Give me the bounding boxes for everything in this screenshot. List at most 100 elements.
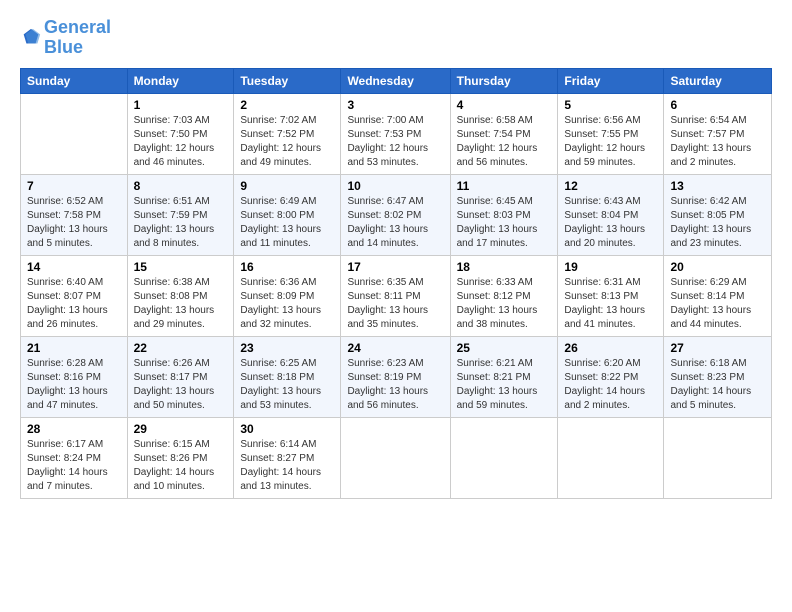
calendar-cell: 21 Sunrise: 6:28 AMSunset: 8:16 PMDayligh… [21, 336, 128, 417]
day-info: Sunrise: 6:54 AMSunset: 7:57 PMDaylight:… [670, 114, 765, 170]
day-number: 24 [347, 341, 443, 355]
day-info: Sunrise: 6:52 AMSunset: 7:58 PMDaylight:… [27, 195, 121, 251]
day-info: Sunrise: 6:49 AMSunset: 8:00 PMDaylight:… [240, 195, 334, 251]
logo-text: General Blue [44, 18, 111, 58]
day-number: 13 [670, 179, 765, 193]
day-info: Sunrise: 7:02 AMSunset: 7:52 PMDaylight:… [240, 114, 334, 170]
weekday-header-row: SundayMondayTuesdayWednesdayThursdayFrid… [21, 68, 772, 93]
day-info: Sunrise: 6:56 AMSunset: 7:55 PMDaylight:… [564, 114, 657, 170]
day-info: Sunrise: 6:36 AMSunset: 8:09 PMDaylight:… [240, 276, 334, 332]
calendar-cell: 13 Sunrise: 6:42 AMSunset: 8:05 PMDayligh… [664, 174, 772, 255]
day-info: Sunrise: 6:43 AMSunset: 8:04 PMDaylight:… [564, 195, 657, 251]
calendar-cell: 20 Sunrise: 6:29 AMSunset: 8:14 PMDayligh… [664, 255, 772, 336]
calendar-cell: 14 Sunrise: 6:40 AMSunset: 8:07 PMDayligh… [21, 255, 128, 336]
calendar-cell: 11 Sunrise: 6:45 AMSunset: 8:03 PMDayligh… [450, 174, 558, 255]
day-info: Sunrise: 6:42 AMSunset: 8:05 PMDaylight:… [670, 195, 765, 251]
day-number: 15 [134, 260, 228, 274]
day-info: Sunrise: 6:23 AMSunset: 8:19 PMDaylight:… [347, 357, 443, 413]
day-info: Sunrise: 6:29 AMSunset: 8:14 PMDaylight:… [670, 276, 765, 332]
day-info: Sunrise: 6:25 AMSunset: 8:18 PMDaylight:… [240, 357, 334, 413]
day-number: 4 [457, 98, 552, 112]
calendar-cell: 15Sunrise: 6:38 AMSunset: 8:08 PMDayligh… [127, 255, 234, 336]
day-info: Sunrise: 6:26 AMSunset: 8:17 PMDaylight:… [134, 357, 228, 413]
calendar-cell: 16 Sunrise: 6:36 AMSunset: 8:09 PMDayligh… [234, 255, 341, 336]
day-number: 6 [670, 98, 765, 112]
day-number: 26 [564, 341, 657, 355]
day-number: 30 [240, 422, 334, 436]
day-info: Sunrise: 6:21 AMSunset: 8:21 PMDaylight:… [457, 357, 552, 413]
calendar-cell: 9 Sunrise: 6:49 AMSunset: 8:00 PMDaylight… [234, 174, 341, 255]
calendar-cell: 3 Sunrise: 7:00 AMSunset: 7:53 PMDaylight… [341, 93, 450, 174]
calendar-cell: 8 Sunrise: 6:51 AMSunset: 7:59 PMDaylight… [127, 174, 234, 255]
day-number: 9 [240, 179, 334, 193]
calendar-cell: 27 Sunrise: 6:18 AMSunset: 8:23 PMDayligh… [664, 336, 772, 417]
weekday-header-tuesday: Tuesday [234, 68, 341, 93]
weekday-header-sunday: Sunday [21, 68, 128, 93]
day-number: 8 [134, 179, 228, 193]
day-number: 12 [564, 179, 657, 193]
header: General Blue [20, 18, 772, 58]
calendar-cell: 30 Sunrise: 6:14 AMSunset: 8:27 PMDayligh… [234, 417, 341, 498]
day-info: Sunrise: 6:28 AMSunset: 8:16 PMDaylight:… [27, 357, 121, 413]
calendar-cell: 12 Sunrise: 6:43 AMSunset: 8:04 PMDayligh… [558, 174, 664, 255]
day-number: 28 [27, 422, 121, 436]
calendar-cell: 7 Sunrise: 6:52 AMSunset: 7:58 PMDaylight… [21, 174, 128, 255]
day-number: 27 [670, 341, 765, 355]
week-row-4: 21 Sunrise: 6:28 AMSunset: 8:16 PMDayligh… [21, 336, 772, 417]
day-info: Sunrise: 6:45 AMSunset: 8:03 PMDaylight:… [457, 195, 552, 251]
calendar-cell: 5Sunrise: 6:56 AMSunset: 7:55 PMDaylight… [558, 93, 664, 174]
day-number: 2 [240, 98, 334, 112]
day-number: 23 [240, 341, 334, 355]
week-row-3: 14 Sunrise: 6:40 AMSunset: 8:07 PMDayligh… [21, 255, 772, 336]
day-info: Sunrise: 6:40 AMSunset: 8:07 PMDaylight:… [27, 276, 121, 332]
day-info: Sunrise: 6:51 AMSunset: 7:59 PMDaylight:… [134, 195, 228, 251]
day-info: Sunrise: 6:20 AMSunset: 8:22 PMDaylight:… [564, 357, 657, 413]
calendar-cell: 28Sunrise: 6:17 AMSunset: 8:24 PMDayligh… [21, 417, 128, 498]
day-info: Sunrise: 6:35 AMSunset: 8:11 PMDaylight:… [347, 276, 443, 332]
calendar-cell: 4 Sunrise: 6:58 AMSunset: 7:54 PMDaylight… [450, 93, 558, 174]
calendar-table: SundayMondayTuesdayWednesdayThursdayFrid… [20, 68, 772, 499]
day-info: Sunrise: 6:15 AMSunset: 8:26 PMDaylight:… [134, 438, 228, 494]
day-info: Sunrise: 7:00 AMSunset: 7:53 PMDaylight:… [347, 114, 443, 170]
logo: General Blue [20, 18, 111, 58]
calendar-cell [21, 93, 128, 174]
day-info: Sunrise: 6:14 AMSunset: 8:27 PMDaylight:… [240, 438, 334, 494]
day-info: Sunrise: 6:47 AMSunset: 8:02 PMDaylight:… [347, 195, 443, 251]
calendar-cell: 10 Sunrise: 6:47 AMSunset: 8:02 PMDayligh… [341, 174, 450, 255]
day-number: 3 [347, 98, 443, 112]
day-info: Sunrise: 6:18 AMSunset: 8:23 PMDaylight:… [670, 357, 765, 413]
calendar-cell: 26 Sunrise: 6:20 AMSunset: 8:22 PMDayligh… [558, 336, 664, 417]
calendar-cell: 19Sunrise: 6:31 AMSunset: 8:13 PMDayligh… [558, 255, 664, 336]
calendar-cell [664, 417, 772, 498]
day-number: 22 [134, 341, 228, 355]
calendar-cell: 6 Sunrise: 6:54 AMSunset: 7:57 PMDaylight… [664, 93, 772, 174]
calendar-cell: 24 Sunrise: 6:23 AMSunset: 8:19 PMDayligh… [341, 336, 450, 417]
day-number: 7 [27, 179, 121, 193]
calendar-cell [341, 417, 450, 498]
day-number: 21 [27, 341, 121, 355]
day-number: 16 [240, 260, 334, 274]
day-number: 20 [670, 260, 765, 274]
day-number: 1 [134, 98, 228, 112]
weekday-header-monday: Monday [127, 68, 234, 93]
calendar-cell: 29Sunrise: 6:15 AMSunset: 8:26 PMDayligh… [127, 417, 234, 498]
day-number: 10 [347, 179, 443, 193]
week-row-1: 1 Sunrise: 7:03 AMSunset: 7:50 PMDaylight… [21, 93, 772, 174]
weekday-header-friday: Friday [558, 68, 664, 93]
calendar-cell: 1 Sunrise: 7:03 AMSunset: 7:50 PMDaylight… [127, 93, 234, 174]
day-number: 11 [457, 179, 552, 193]
calendar-cell: 17 Sunrise: 6:35 AMSunset: 8:11 PMDayligh… [341, 255, 450, 336]
week-row-2: 7 Sunrise: 6:52 AMSunset: 7:58 PMDaylight… [21, 174, 772, 255]
calendar-cell: 25 Sunrise: 6:21 AMSunset: 8:21 PMDayligh… [450, 336, 558, 417]
day-info: Sunrise: 6:58 AMSunset: 7:54 PMDaylight:… [457, 114, 552, 170]
calendar-cell: 2 Sunrise: 7:02 AMSunset: 7:52 PMDaylight… [234, 93, 341, 174]
day-number: 17 [347, 260, 443, 274]
weekday-header-wednesday: Wednesday [341, 68, 450, 93]
day-number: 19 [564, 260, 657, 274]
weekday-header-thursday: Thursday [450, 68, 558, 93]
week-row-5: 28Sunrise: 6:17 AMSunset: 8:24 PMDayligh… [21, 417, 772, 498]
day-number: 25 [457, 341, 552, 355]
weekday-header-saturday: Saturday [664, 68, 772, 93]
day-number: 14 [27, 260, 121, 274]
day-info: Sunrise: 7:03 AMSunset: 7:50 PMDaylight:… [134, 114, 228, 170]
